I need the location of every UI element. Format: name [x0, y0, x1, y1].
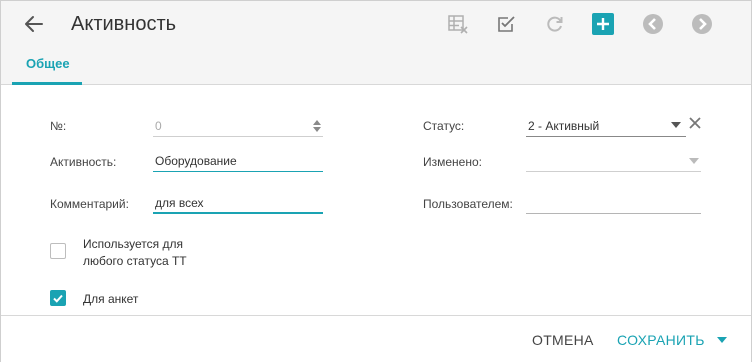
- dialog-window: Активность Общее №: 0 Активность: Оборуд…: [0, 0, 752, 362]
- activity-label: Активность:: [50, 155, 117, 169]
- number-field[interactable]: 0: [153, 117, 323, 137]
- for-surveys-checkbox[interactable]: [50, 290, 66, 306]
- status-clear-icon[interactable]: [688, 116, 702, 135]
- checkmark-icon: [53, 294, 63, 303]
- page-title: Активность: [71, 13, 177, 35]
- cancel-button[interactable]: ОТМЕНА: [532, 332, 594, 348]
- dialog-header: Активность Общее: [1, 1, 751, 85]
- checkbox-check-icon[interactable]: [495, 13, 517, 35]
- any-status-label-line2: любого статуса ТТ: [83, 254, 187, 268]
- changed-label: Изменено:: [423, 155, 482, 169]
- back-arrow-icon[interactable]: [21, 11, 47, 37]
- any-status-checkbox[interactable]: [50, 243, 66, 259]
- for-surveys-label: Для анкет: [83, 292, 139, 306]
- refresh-icon[interactable]: [544, 13, 566, 35]
- comment-label: Комментарий:: [50, 197, 129, 211]
- changed-dropdown-icon[interactable]: [689, 158, 699, 164]
- activity-input[interactable]: Оборудование: [153, 152, 323, 172]
- any-status-label-line1: Используется для: [83, 237, 183, 251]
- any-status-label: Используется для любого статуса ТТ: [83, 236, 187, 270]
- tab-active-indicator: [12, 82, 82, 85]
- comment-input[interactable]: для всех: [153, 194, 323, 214]
- save-button[interactable]: СОХРАНИТЬ: [617, 332, 705, 348]
- number-value: 0: [155, 119, 162, 133]
- user-label: Пользователем:: [423, 197, 513, 211]
- table-clear-icon[interactable]: [447, 13, 469, 35]
- changed-select[interactable]: [526, 152, 701, 172]
- number-spinner-icon[interactable]: [312, 118, 322, 139]
- status-select[interactable]: 2 - Активный: [526, 117, 686, 137]
- save-dropdown-icon[interactable]: [717, 337, 727, 343]
- status-dropdown-icon[interactable]: [671, 122, 681, 128]
- user-field[interactable]: [526, 194, 701, 214]
- dialog-footer: ОТМЕНА СОХРАНИТЬ: [1, 315, 751, 362]
- number-label: №:: [50, 119, 67, 133]
- next-circle-icon[interactable]: [691, 13, 713, 35]
- status-label: Статус:: [423, 119, 465, 133]
- tab-general[interactable]: Общее: [12, 41, 84, 85]
- prev-circle-icon[interactable]: [642, 13, 664, 35]
- add-icon[interactable]: [592, 13, 614, 35]
